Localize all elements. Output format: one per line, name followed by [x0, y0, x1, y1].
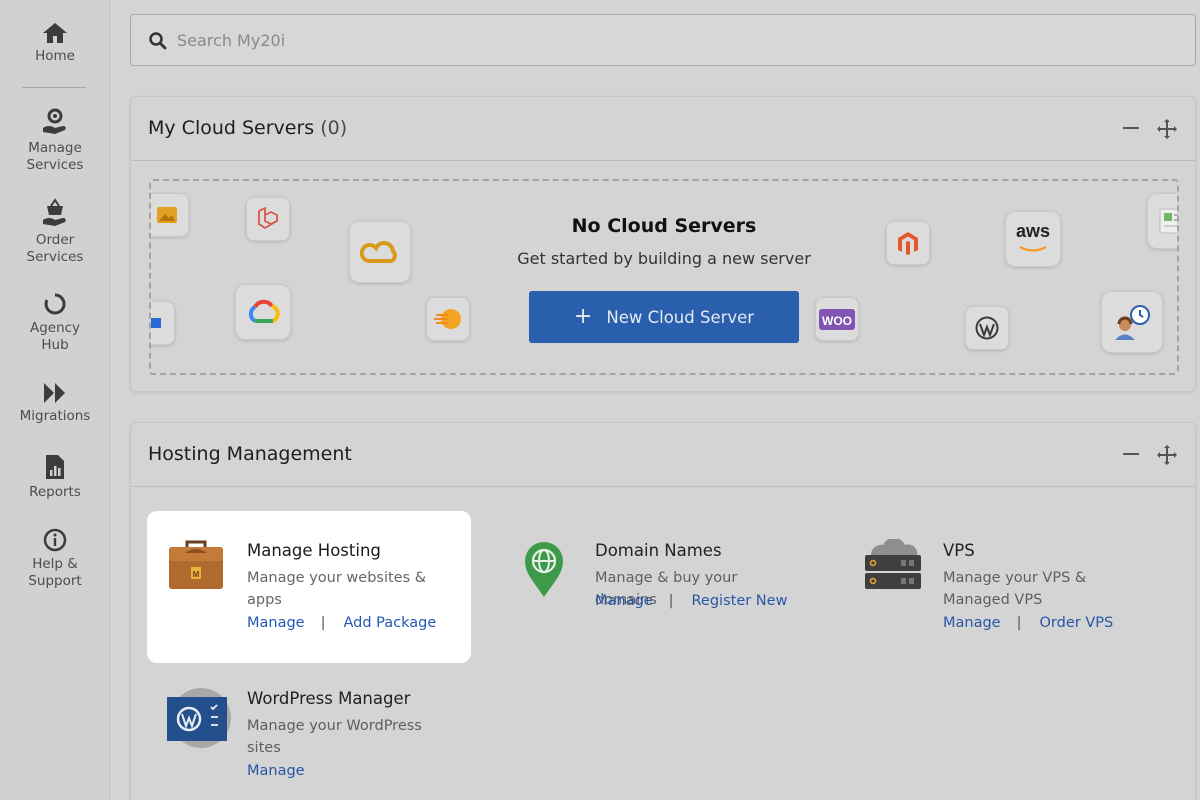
wordpress-icon [975, 316, 999, 340]
sidebar-item-label: Hub [41, 337, 69, 353]
woocommerce-logo-tile: WOO [815, 297, 859, 341]
sidebar-item-label: Support [28, 573, 82, 589]
sidebar-item-label: Services [26, 249, 84, 265]
sidebar-item-label: Help & [32, 556, 78, 572]
manage-hosting-card: M Manage Hosting Manage your websites & … [147, 511, 471, 663]
sidebar: Home Manage Services Order Services Agen… [0, 0, 110, 800]
panel-title: Hosting Management [148, 443, 352, 465]
circle-arrow-icon [44, 293, 66, 315]
briefcase-icon: M [169, 540, 223, 589]
woocommerce-logo-text: WOO [822, 313, 852, 328]
card-title: VPS [943, 541, 975, 560]
wordpress-manager-card: WordPress Manager Manage your WordPress … [147, 659, 471, 800]
panel-title-text: Hosting Management [148, 443, 352, 465]
sidebar-item-label: Migrations [19, 408, 91, 424]
sidebar-item-order-services[interactable]: Order Services [0, 198, 110, 266]
info-icon [43, 528, 67, 552]
order-vps-link[interactable]: Order VPS [1040, 615, 1114, 631]
card-links: Manage [247, 763, 305, 779]
browser-icon [151, 318, 161, 328]
sidebar-item-reports[interactable]: Reports [0, 454, 110, 501]
link-separator: | [1016, 615, 1022, 631]
sidebar-item-manage-services[interactable]: Manage Services [0, 106, 110, 174]
sidebar-item-home[interactable]: Home [0, 22, 110, 65]
domain-names-card: Domain Names Manage & buy your domains M… [495, 511, 819, 663]
card-description: Manage your WordPress sites [247, 718, 422, 756]
hosting-management-panel: Hosting Management M Manage Hosting Mana… [130, 422, 1196, 800]
panel-header: Hosting Management [131, 423, 1195, 487]
empty-state-title: No Cloud Servers [571, 215, 757, 237]
search-input[interactable] [177, 25, 1177, 55]
support-agent-icon [1115, 305, 1150, 340]
card-title: Domain Names [595, 541, 722, 560]
new-cloud-server-label: New Cloud Server [606, 307, 755, 327]
register-new-link[interactable]: Register New [692, 593, 788, 609]
minimize-icon[interactable] [1123, 127, 1139, 129]
wordpress-logo-tile [965, 306, 1009, 350]
sidebar-item-label: Reports [29, 484, 81, 500]
panel-title-text: My Cloud Servers [148, 117, 315, 139]
sitebuilder-logo-tile [426, 297, 470, 341]
link-separator: | [320, 615, 326, 631]
card-title: Manage Hosting [247, 541, 381, 560]
browser-logo-tile [151, 301, 175, 345]
sidebar-item-label: Order [35, 232, 75, 248]
add-package-link[interactable]: Add Package [344, 615, 437, 631]
double-chevron-icon [44, 383, 65, 403]
card-links: Manage | Order VPS [943, 615, 1113, 631]
sidebar-divider [22, 87, 86, 88]
sidebar-item-help-support[interactable]: Help & Support [0, 528, 110, 590]
manage-hosting-link[interactable]: Manage [247, 615, 305, 631]
home-icon [43, 23, 67, 43]
manage-vps-link[interactable]: Manage [943, 615, 1001, 631]
panel-title: My Cloud Servers (0) [148, 117, 347, 139]
support-agent-logo-tile [1101, 291, 1163, 353]
report-icon [46, 455, 64, 479]
sidebar-item-label: Manage [28, 140, 82, 156]
empty-state: aws WOO No Cloud Servers Get started by … [149, 179, 1179, 375]
server-stack-icon [865, 539, 921, 589]
woocommerce-icon: WOO [819, 308, 855, 330]
card-links: Manage | Register New [595, 593, 787, 609]
sidebar-item-label: Services [26, 157, 84, 173]
panel-header: My Cloud Servers (0) [131, 97, 1195, 161]
search-bar [130, 14, 1196, 66]
move-icon[interactable] [1156, 444, 1178, 466]
card-title: WordPress Manager [247, 689, 411, 708]
link-separator: | [668, 593, 674, 609]
card-links: Manage | Add Package [247, 615, 436, 631]
basket-hand-icon [43, 198, 66, 226]
move-icon[interactable] [1156, 118, 1178, 140]
google-cloud-icon [248, 299, 280, 323]
manage-wordpress-link[interactable]: Manage [247, 763, 305, 779]
wordpress-manager-icon [167, 688, 231, 748]
sidebar-item-label: Home [35, 48, 75, 64]
manage-domains-link[interactable]: Manage [595, 593, 653, 609]
globe-pin-icon [525, 542, 563, 597]
cloud-servers-panel: My Cloud Servers (0) aws WOO No Cloud Se… [130, 96, 1196, 392]
card-description: Manage your VPS & Managed VPS [943, 570, 1087, 608]
gear-hand-icon [43, 108, 66, 134]
sidebar-item-migrations[interactable]: Migrations [0, 382, 110, 425]
sidebar-item-agency-hub[interactable]: Agency Hub [0, 292, 110, 354]
svg-text:M: M [193, 570, 200, 579]
search-icon [149, 32, 167, 50]
sidebar-item-label: Agency [29, 320, 81, 336]
server-count: (0) [320, 117, 348, 139]
card-description: Manage your websites & apps [247, 570, 427, 608]
vps-card: VPS Manage your VPS & Managed VPS Manage… [843, 511, 1167, 663]
empty-state-subtitle: Get started by building a new server [517, 249, 811, 268]
minimize-icon[interactable] [1123, 453, 1139, 455]
plus-icon: + [573, 304, 593, 329]
sitebuilder-icon [434, 309, 461, 329]
google-cloud-logo-tile [235, 284, 291, 340]
new-cloud-server-button[interactable]: + New Cloud Server [529, 291, 799, 343]
